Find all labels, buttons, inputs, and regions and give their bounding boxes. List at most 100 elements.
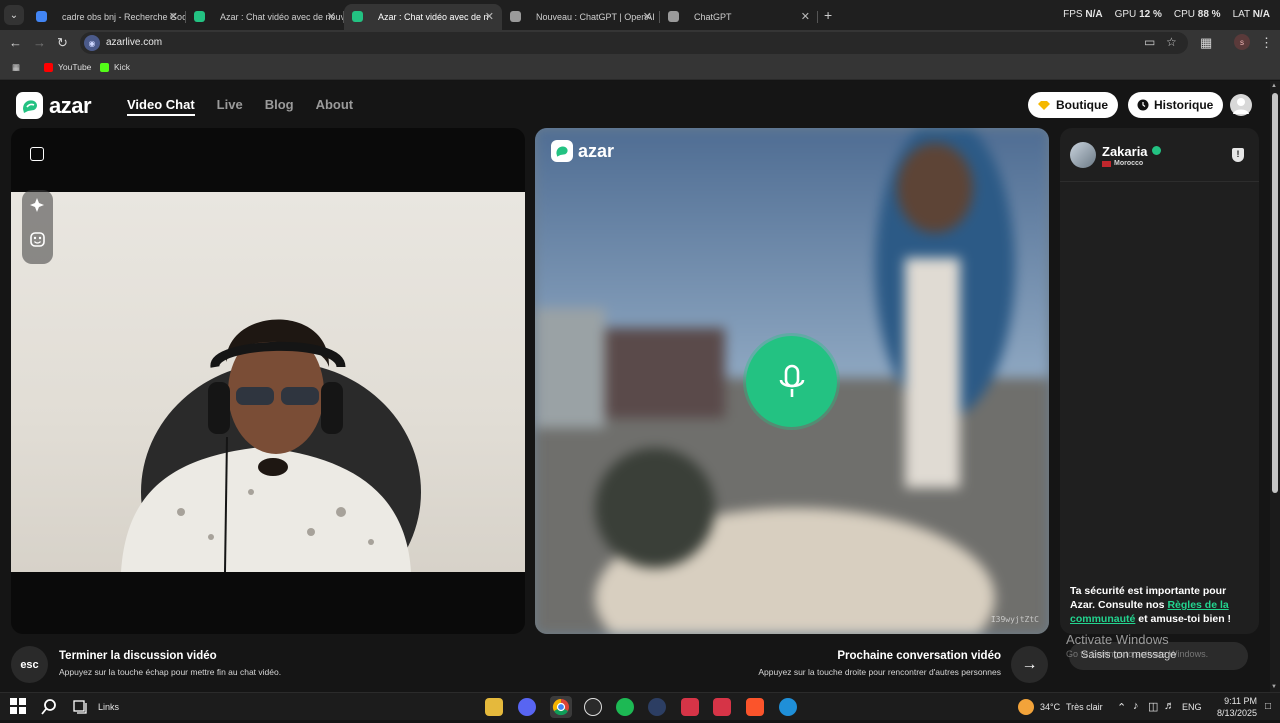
tab-separator	[817, 11, 818, 23]
bookmark-youtube[interactable]: YouTube	[44, 62, 91, 72]
tab-list: cadre obs bnj - Recherche Goo ✕ Azar : Cha…	[28, 4, 818, 30]
tab-search-icon[interactable]: ⌄	[4, 5, 24, 25]
remote-session-id: I39wyjtZtC	[990, 615, 1039, 624]
next-arrow-button[interactable]: →	[1011, 646, 1048, 683]
arrow-right-icon: →	[1021, 655, 1038, 673]
main-nav: Video Chat Live Blog About	[127, 97, 353, 116]
weather-icon[interactable]	[1018, 699, 1034, 715]
extensions-icon[interactable]: ▦	[1200, 35, 1212, 51]
microphone-button[interactable]	[746, 336, 837, 427]
chat-header: Zakaria Morocco !	[1060, 128, 1259, 182]
browser-toolbar: ← → ↻ ◉ azarlive.com ▭ ☆ ▦ ⋮	[0, 30, 1280, 56]
lat-stat: LAT N/A	[1232, 9, 1270, 20]
app-icon[interactable]	[648, 698, 666, 716]
app-red-icon[interactable]	[681, 698, 699, 716]
app-red-icon-2[interactable]	[713, 698, 731, 716]
discord-icon[interactable]	[518, 698, 536, 716]
collapse-video-icon[interactable]	[30, 147, 44, 161]
weather-desc[interactable]: Très clair	[1066, 702, 1103, 712]
chrome-taskbar-button[interactable]	[550, 696, 572, 718]
site-info-icon[interactable]: ◉	[84, 35, 100, 51]
camera-tools	[22, 190, 53, 264]
tray-chevron-icon[interactable]: ⌃	[1117, 701, 1126, 714]
notification-icon[interactable]: □	[1265, 701, 1271, 712]
azar-logo-icon	[16, 92, 43, 119]
effects-sparkle-icon[interactable]	[22, 190, 53, 220]
file-explorer-icon[interactable]	[485, 698, 503, 716]
historique-button[interactable]: Historique	[1128, 92, 1224, 118]
tab-close-icon[interactable]: ✕	[169, 10, 178, 23]
tab-title: cadre obs bnj - Recherche Goo	[62, 12, 186, 22]
next-chat-title[interactable]: Prochaine conversation vidéo	[837, 650, 1001, 662]
esc-key-button[interactable]: esc	[11, 646, 48, 683]
chat-panel: Zakaria Morocco ! Ta sécurité est import…	[1060, 128, 1259, 634]
obs-icon[interactable]	[584, 698, 602, 716]
end-chat-title[interactable]: Terminer la discussion vidéo	[59, 650, 217, 662]
network-icon[interactable]: ◫	[1148, 700, 1158, 713]
nav-blog[interactable]: Blog	[265, 97, 294, 116]
volume-icon[interactable]: ♬	[1164, 700, 1175, 712]
forward-icon[interactable]: →	[33, 35, 46, 50]
face-filter-icon[interactable]	[22, 226, 53, 256]
tab-title: Azar : Chat vidéo avec de nouv	[220, 12, 344, 22]
tab-close-icon[interactable]: ✕	[801, 10, 810, 23]
tab-title: ChatGPT	[694, 12, 732, 22]
browser-menu-icon[interactable]: ⋮	[1260, 35, 1273, 51]
browser-tab[interactable]: Azar : Chat vidéo avec de nouv ✕	[186, 4, 344, 30]
end-chat-hint: Appuyez sur la touche échap pour mettre …	[59, 667, 282, 677]
url-text[interactable]: azarlive.com	[106, 37, 162, 48]
bookmark-kick[interactable]: Kick	[100, 62, 130, 72]
reload-icon[interactable]: ↻	[57, 35, 68, 51]
gpu-stat: GPU 12 %	[1114, 9, 1162, 20]
boutique-button[interactable]: Boutique	[1028, 92, 1118, 118]
azar-watermark-icon	[551, 140, 573, 162]
tab-favicon-icon	[668, 11, 679, 22]
tab-favicon-icon	[352, 11, 363, 22]
tab-close-icon[interactable]: ✕	[485, 10, 494, 23]
tab-close-icon[interactable]: ✕	[643, 10, 652, 23]
browser-tab[interactable]: ChatGPT ✕	[660, 4, 818, 30]
scrollbar-thumb[interactable]	[1272, 93, 1278, 493]
nav-video-chat[interactable]: Video Chat	[127, 97, 195, 116]
search-icon[interactable]	[40, 698, 58, 716]
scroll-up-icon[interactable]: ▲	[1271, 83, 1277, 89]
browser-tab[interactable]: cadre obs bnj - Recherche Goo ✕	[28, 4, 186, 30]
cast-icon[interactable]: ▭	[1144, 35, 1155, 49]
profile-avatar[interactable]: s	[1234, 34, 1250, 50]
new-tab-icon[interactable]: +	[824, 7, 832, 23]
fps-stat: FPS N/A	[1063, 9, 1103, 20]
address-bar[interactable]: ◉ azarlive.com ▭ ☆	[80, 32, 1188, 54]
weather-temp[interactable]: 34°C	[1040, 702, 1060, 712]
tab-close-icon[interactable]: ✕	[327, 10, 336, 23]
performance-overlay: FPS N/A GPU 12 % CPU 88 % LAT N/A	[1063, 9, 1270, 20]
cpu-stat: CPU 88 %	[1173, 9, 1221, 20]
azar-logo-text: azar	[49, 92, 92, 118]
spotify-icon[interactable]	[616, 698, 634, 716]
report-shield-icon[interactable]: !	[1232, 148, 1244, 162]
tray-mic-icon[interactable]: ♪	[1133, 700, 1139, 712]
morocco-flag-icon	[1102, 161, 1111, 167]
page-scrollbar[interactable]: ▲ ▼	[1270, 81, 1280, 692]
user-avatar-icon[interactable]	[1230, 94, 1252, 116]
peer-name[interactable]: Zakaria	[1102, 144, 1148, 159]
nav-live[interactable]: Live	[217, 97, 243, 116]
links-toolbar[interactable]: Links	[98, 702, 119, 712]
brave-icon[interactable]	[746, 698, 764, 716]
safety-notice: Ta sécurité est importante pour Azar. Co…	[1070, 585, 1232, 625]
browser-tab[interactable]: Azar : Chat vidéo avec de n ✕	[344, 4, 502, 30]
clock-time[interactable]: 9:11 PM	[1207, 696, 1257, 706]
back-icon[interactable]: ←	[9, 35, 22, 50]
bookmark-star-icon[interactable]: ☆	[1166, 35, 1177, 49]
task-view-icon[interactable]	[72, 698, 90, 716]
azar-logo[interactable]: azar	[16, 92, 92, 119]
apps-grid-icon[interactable]: ▦	[12, 62, 20, 73]
language-indicator[interactable]: ENG	[1182, 702, 1202, 712]
edge-icon[interactable]	[779, 698, 797, 716]
peer-avatar[interactable]	[1070, 142, 1096, 168]
clock-date[interactable]: 8/13/2025	[1200, 708, 1257, 718]
browser-tab[interactable]: Nouveau : ChatGPT | OpenAI ✕	[502, 4, 660, 30]
windows-start-icon[interactable]	[10, 698, 28, 716]
nav-about[interactable]: About	[316, 97, 354, 116]
windows-taskbar: Links 34°C Très clair ⌃ ♪ ◫ ♬ ENG 9:11 P…	[0, 692, 1280, 720]
scroll-down-icon[interactable]: ▼	[1271, 684, 1277, 690]
